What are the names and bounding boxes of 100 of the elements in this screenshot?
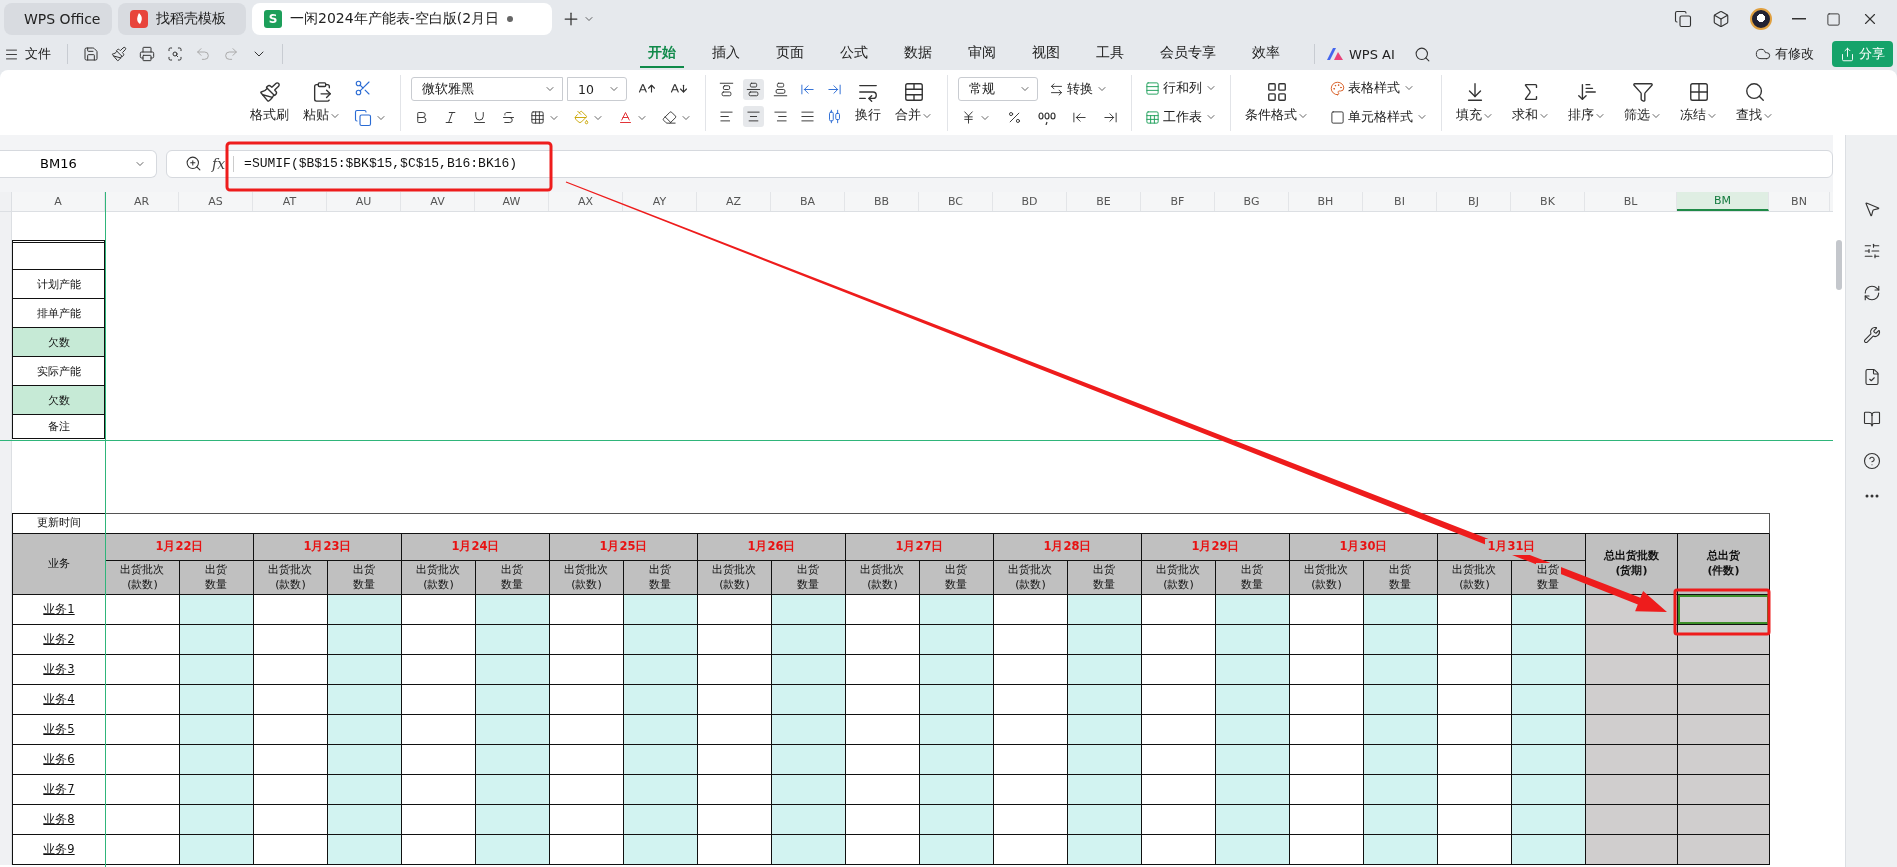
- table-header: 出货数量: [1364, 561, 1438, 595]
- convert-button[interactable]: 转换: [1046, 77, 1111, 101]
- avatar[interactable]: [1750, 8, 1772, 30]
- window-tab[interactable]: WPS Office: [4, 3, 112, 35]
- column-header[interactable]: AW: [475, 192, 549, 211]
- window-tab[interactable]: S 一闲2024年产能表-空白版(2月日: [252, 3, 552, 35]
- cell-style-icon: [1330, 109, 1345, 125]
- table-header: 出货数量: [476, 561, 550, 595]
- menu-tab[interactable]: 审阅: [960, 40, 1004, 68]
- wps-ai-button[interactable]: WPS AI: [1321, 45, 1401, 63]
- cube-icon: [1712, 10, 1730, 28]
- find-button[interactable]: 查找: [1732, 79, 1778, 126]
- menu-tab[interactable]: 插入: [704, 40, 748, 68]
- column-header[interactable]: BH: [1289, 192, 1363, 211]
- column-header[interactable]: AZ: [697, 192, 771, 211]
- column-header[interactable]: BF: [1141, 192, 1215, 211]
- name-box[interactable]: BM16: [0, 149, 157, 178]
- column-header[interactable]: BG: [1215, 192, 1289, 211]
- table-style-button[interactable]: 表格样式: [1327, 76, 1431, 100]
- sort-button[interactable]: 排序: [1564, 79, 1610, 126]
- column-header[interactable]: AU: [327, 192, 401, 211]
- merge-icon: [903, 81, 925, 103]
- column-header[interactable]: AT: [253, 192, 327, 211]
- menu-tab[interactable]: 会员专享: [1152, 40, 1224, 68]
- menu-tab[interactable]: 公式: [832, 40, 876, 68]
- column-header[interactable]: BM: [1677, 192, 1769, 211]
- column-header[interactable]: BA: [771, 192, 845, 211]
- scrollbar-thumb[interactable]: [1836, 240, 1842, 290]
- date-header: 1月27日: [846, 534, 994, 561]
- column-header[interactable]: BN: [1769, 192, 1830, 211]
- menu-tab[interactable]: 开始: [640, 40, 684, 68]
- font-select[interactable]: 微软雅黑: [411, 77, 563, 101]
- document-check-icon: [1862, 368, 1881, 386]
- wrap-text-button[interactable]: 换行: [851, 79, 885, 126]
- table-cell: 排单产能: [12, 299, 105, 328]
- number-format-select[interactable]: 常规: [958, 77, 1038, 101]
- selected-cell[interactable]: [1678, 595, 1770, 625]
- paste-icon: [311, 81, 333, 103]
- table-header: 出货批次(款数): [106, 561, 180, 595]
- conditional-format-button[interactable]: 条件格式: [1241, 79, 1313, 126]
- column-header[interactable]: BK: [1511, 192, 1585, 211]
- save-icon: [83, 46, 99, 62]
- worksheet-button[interactable]: 工作表: [1142, 105, 1220, 129]
- freeze-button[interactable]: 冻结: [1676, 79, 1722, 126]
- date-header: 1月31日: [1438, 534, 1586, 561]
- column-header[interactable]: AS: [179, 192, 253, 211]
- column-header[interactable]: BD: [993, 192, 1067, 211]
- column-header[interactable]: BB: [845, 192, 919, 211]
- table-header: 出货批次(款数): [846, 561, 920, 595]
- table-header: 出货批次(款数): [550, 561, 624, 595]
- date-header: 1月30日: [1290, 534, 1438, 561]
- date-header: 1月29日: [1142, 534, 1290, 561]
- menu-tab[interactable]: 工具: [1088, 40, 1132, 68]
- column-header[interactable]: BC: [919, 192, 993, 211]
- column-header[interactable]: BE: [1067, 192, 1141, 211]
- align-middle-button[interactable]: [743, 78, 764, 100]
- formula-field[interactable]: fx =SUMIF($B$15:$BK$15,$C$15,B16:BK16): [166, 149, 1833, 178]
- column-header[interactable]: AV: [401, 192, 475, 211]
- column-header[interactable]: BJ: [1437, 192, 1511, 211]
- worksheet-icon: [1145, 109, 1160, 125]
- sum-button[interactable]: 求和: [1508, 79, 1554, 126]
- menu-tab[interactable]: 效率: [1244, 40, 1288, 68]
- windows-icon: [1674, 10, 1692, 28]
- fill-button[interactable]: 填充: [1452, 79, 1498, 126]
- table-header: 出货批次(款数): [1290, 561, 1364, 595]
- print-preview-icon: [167, 46, 183, 62]
- font-size-select[interactable]: 10: [567, 77, 627, 101]
- table-header: 出货数量: [624, 561, 698, 595]
- table-cell: 更新时间: [13, 513, 106, 534]
- date-header: 1月23日: [254, 534, 402, 561]
- rows-columns-button[interactable]: 行和列: [1142, 76, 1220, 100]
- merge-button[interactable]: 合并: [891, 79, 937, 126]
- menu-tab[interactable]: 数据: [896, 40, 940, 68]
- format-painter-button[interactable]: 格式刷: [246, 79, 293, 126]
- table-header: 出货批次(款数): [402, 561, 476, 595]
- paste-button[interactable]: 粘贴: [299, 79, 345, 126]
- table-header: 业务: [13, 534, 106, 595]
- date-header: 1月24日: [402, 534, 550, 561]
- font-color-icon: [618, 110, 633, 125]
- strikethrough-icon: [501, 110, 516, 125]
- menu-tab[interactable]: 视图: [1024, 40, 1068, 68]
- file-menu[interactable]: 文件: [0, 43, 55, 65]
- sync-status-button[interactable]: 有修改: [1749, 44, 1820, 64]
- table-header: 出货数量: [1068, 561, 1142, 595]
- filter-button[interactable]: 筛选: [1620, 79, 1666, 126]
- decrease-decimal-icon: [1103, 110, 1118, 125]
- ai-logo-icon: [1327, 48, 1343, 60]
- table-header: 出货数量: [1512, 561, 1586, 595]
- date-header: 1月28日: [994, 534, 1142, 561]
- sort-icon: [1576, 81, 1598, 103]
- sheet-logo-icon: S: [264, 10, 282, 28]
- menu-tab[interactable]: 页面: [768, 40, 812, 68]
- cell-style-button[interactable]: 单元格样式: [1327, 105, 1431, 129]
- window-tab[interactable]: 找稻壳模板: [118, 3, 246, 35]
- brush-icon: [111, 46, 127, 62]
- date-header: 1月26日: [698, 534, 846, 561]
- share-icon: [1840, 46, 1855, 62]
- table-header: 总出货(件数): [1678, 534, 1770, 595]
- align-center-button[interactable]: [743, 105, 764, 127]
- column-header[interactable]: BI: [1363, 192, 1437, 211]
